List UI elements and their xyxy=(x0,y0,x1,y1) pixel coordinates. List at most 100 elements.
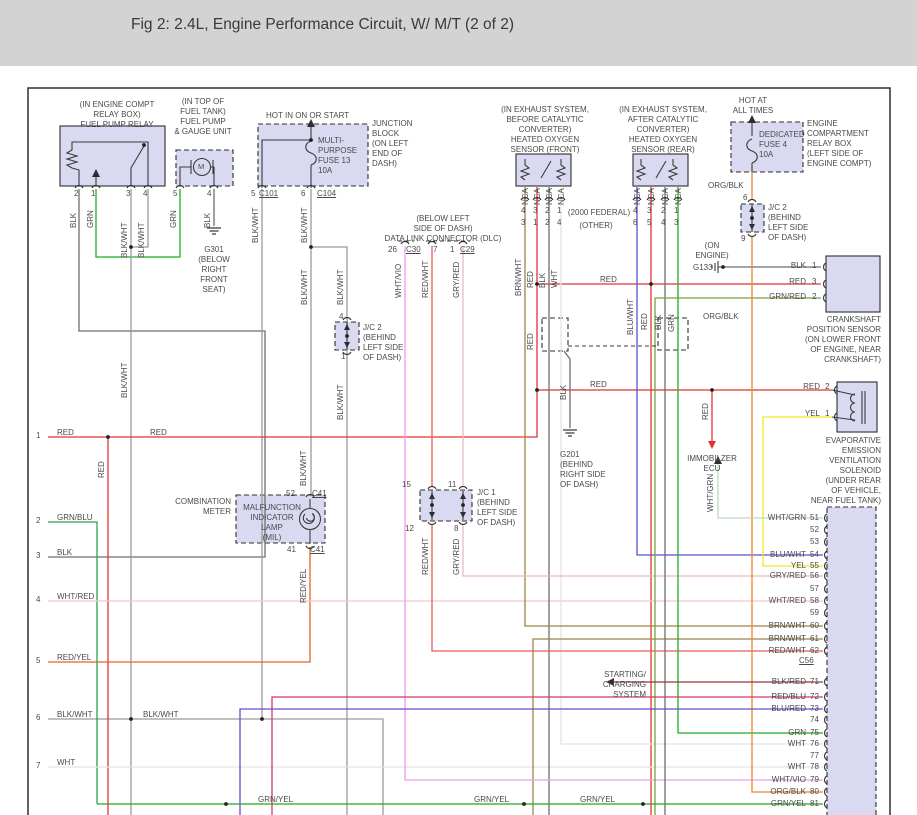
crankshaft-position-sensor-box xyxy=(825,255,881,313)
diagram-label: 7 xyxy=(36,761,41,770)
diagram-label: 6 xyxy=(36,713,41,722)
diagram-label: 59 xyxy=(810,608,819,617)
diagram-label: 57 xyxy=(810,584,819,593)
diagram-label: 55 xyxy=(810,561,819,570)
diagram-label: GRN/YEL xyxy=(770,799,806,808)
diagram-label: RED xyxy=(57,428,74,437)
diagram-label: NCA xyxy=(674,188,683,205)
diagram-label: RED/WHT xyxy=(421,260,430,298)
diagram-label: 5 xyxy=(36,656,41,665)
diagram-label: 72 xyxy=(810,692,819,701)
diagram-label: BLK xyxy=(559,384,568,400)
diagram-label: C104 xyxy=(317,189,337,198)
diagram-label: HOT IN ON OR START xyxy=(266,111,350,120)
diagram-label: GRY/RED xyxy=(452,261,461,298)
diagram-label: GRN/BLU xyxy=(57,513,93,522)
diagram-label: ORG/BLK xyxy=(770,787,806,796)
diagram-label: NCA xyxy=(521,188,530,205)
diagram-label: WHT xyxy=(550,269,559,288)
diagram-label: YEL xyxy=(790,561,806,570)
diagram-label: 1 xyxy=(91,189,96,198)
diagram-label: 62 xyxy=(810,646,819,655)
diagram-label: J/C 1 (BEHIND LEFT SIDE OF DASH) xyxy=(477,488,518,527)
diagram-label: GRY/RED xyxy=(452,538,461,575)
diagram-label: C29 xyxy=(460,245,475,254)
diagram-label: 5 xyxy=(173,189,178,198)
diagram-label: ORG/BLK xyxy=(703,312,739,321)
diagram-label: RED/YEL xyxy=(57,653,92,662)
diagram-label: 5 xyxy=(251,189,256,198)
diagram-label: 4 xyxy=(633,206,638,215)
diagram-label: BLK xyxy=(57,548,73,557)
diagram-label: 75 xyxy=(810,728,819,737)
diagram-label: M xyxy=(198,162,205,171)
diagram-label: 56 xyxy=(810,571,819,580)
diagram-label: BLK xyxy=(203,212,212,228)
diagram-label: BLK/WHT xyxy=(251,207,260,243)
diagram-label: BLU/RED xyxy=(771,704,806,713)
diagram-label: 4 xyxy=(521,206,526,215)
diagram-label: J/C 2 (BEHIND LEFT SIDE OF DASH) xyxy=(363,323,404,362)
diagram-label: 2 xyxy=(36,516,41,525)
diagram-label: ORG/BLK xyxy=(708,181,744,190)
diagram-label: JUNCTION BLOCK (ON LEFT END OF DASH) xyxy=(372,119,413,168)
diagram-label: BLK/WHT xyxy=(57,710,93,719)
diagram-label: 71 xyxy=(810,677,819,686)
diagram-label: 74 xyxy=(810,715,819,724)
diagram-label: RED xyxy=(590,380,607,389)
junction-dot xyxy=(522,802,526,806)
diagram-label: BLK/WHT xyxy=(137,222,146,258)
diagram-border xyxy=(27,87,891,815)
diagram-label: 73 xyxy=(810,704,819,713)
diagram-label: RED xyxy=(640,313,649,330)
wiring-diagram-page: Fig 2: 2.4L, Engine Performance Circuit,… xyxy=(0,0,917,815)
diagram-label: 52 xyxy=(810,525,819,534)
junction-dot xyxy=(224,802,228,806)
diagram-label: BRN/WHT xyxy=(768,621,806,630)
diagram-label: (2000 FEDERAL) xyxy=(567,208,631,217)
junction-dot xyxy=(750,216,754,220)
diagram-label: BLK/WHT xyxy=(143,710,179,719)
junction-dot xyxy=(641,802,645,806)
diagram-label: 6 xyxy=(633,218,638,227)
diagram-label: WHT/GRN xyxy=(706,473,715,512)
diagram-label: 7 xyxy=(433,245,438,254)
junction-dot xyxy=(309,245,313,249)
diagram-label: EVAPORATIVE EMISSION VENTILATION SOLENOI… xyxy=(810,436,881,505)
diagram-label: 80 xyxy=(810,787,819,796)
diagram-label: 3 xyxy=(674,218,679,227)
diagram-label: BLK/WHT xyxy=(299,450,308,486)
diagram-label: RED xyxy=(600,275,617,284)
diagram-label: YEL xyxy=(804,409,820,418)
diagram-label: G301 (BELOW RIGHT FRONT SEAT) xyxy=(198,245,230,294)
fuel-pump-gauge-unit-box xyxy=(175,149,234,187)
diagram-label: BLK/WHT xyxy=(336,269,345,305)
diagram-label: BRN/WHT xyxy=(768,634,806,643)
diagram-label: 4 xyxy=(143,189,148,198)
diagram-label: (BELOW LEFT SIDE OF DASH) DATA LINK CONN… xyxy=(384,214,502,243)
diagram-label: GRN/YEL xyxy=(580,795,616,804)
diagram-label: RED xyxy=(789,277,806,286)
diagram-label: BLK/RED xyxy=(771,677,806,686)
diagram-label: WHT/RED xyxy=(768,596,806,605)
diagram-label: NCA xyxy=(633,188,642,205)
diagram-label: 4 xyxy=(36,595,41,604)
diagram-label: BLK xyxy=(790,261,806,270)
diagram-label: 3 xyxy=(533,206,538,215)
diagram-label: 3 xyxy=(126,189,131,198)
diagram-label: G201 (BEHIND RIGHT SIDE OF DASH) xyxy=(560,450,606,489)
junction-dot xyxy=(649,282,653,286)
diagram-label: 4 xyxy=(661,218,666,227)
diagram-label: 2 xyxy=(812,292,817,301)
diagram-label: 3 xyxy=(36,551,41,560)
diagram-label: DEDICATED FUSE 4 10A xyxy=(759,130,805,159)
diagram-label: 1 xyxy=(533,218,538,227)
diagram-label: 9 xyxy=(741,234,746,243)
junction-dot xyxy=(461,503,465,507)
diagram-label: MULTI- PURPOSE FUSE 13 10A xyxy=(318,136,358,175)
diagram-label: 11 xyxy=(448,480,457,489)
diagram-label: 1 xyxy=(674,206,679,215)
diagram-label: (IN ENGINE COMPT RELAY BOX) FUEL PUMP RE… xyxy=(79,100,155,129)
diagram-label: NCA xyxy=(545,188,554,205)
diagram-label: 1 xyxy=(450,245,455,254)
